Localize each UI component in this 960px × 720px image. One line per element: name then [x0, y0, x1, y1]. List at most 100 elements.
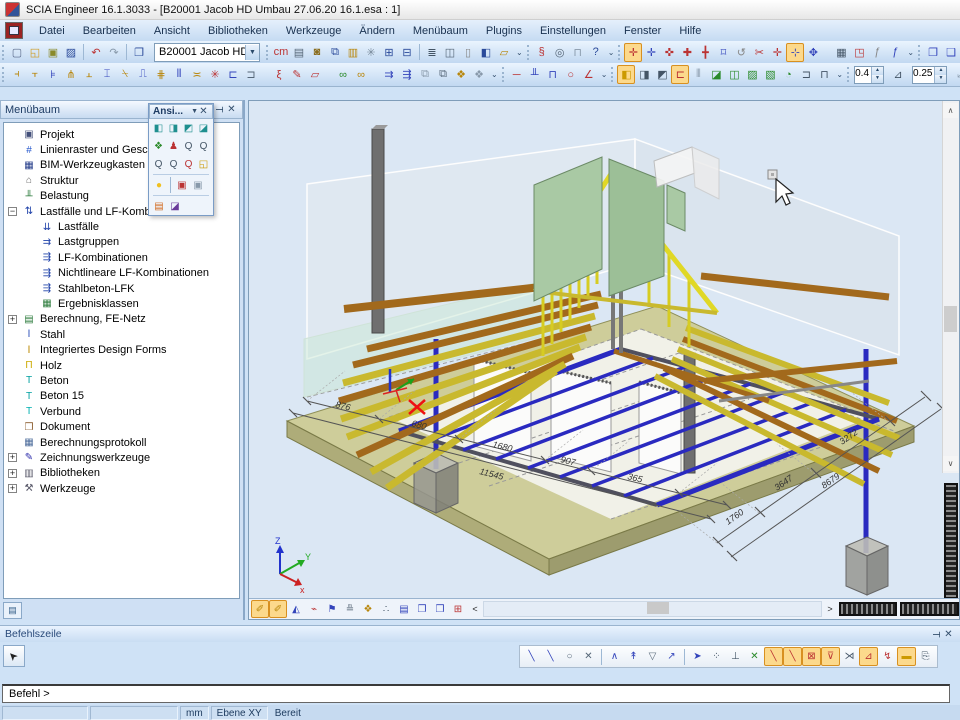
- open-project-icon[interactable]: ◱: [26, 43, 44, 62]
- move-cross-icon[interactable]: ✥: [804, 43, 822, 62]
- menu-item-werkzeuge[interactable]: Werkzeuge: [277, 23, 350, 39]
- beam-tool-3-icon[interactable]: ⊧: [44, 65, 62, 84]
- menu-item-fenster[interactable]: Fenster: [615, 23, 670, 39]
- snap-edge-icon[interactable]: ⋊: [840, 647, 859, 666]
- load-display-icon[interactable]: ⌁: [305, 600, 323, 618]
- node-label-icon[interactable]: ✜: [660, 43, 678, 62]
- render-mode-icon[interactable]: ❖: [359, 600, 377, 618]
- beam-tool-5-icon[interactable]: ⫠: [80, 65, 98, 84]
- label-display-icon[interactable]: ⚑: [323, 600, 341, 618]
- tree-item-verbund[interactable]: TVerbund: [4, 404, 239, 419]
- tree-item-bibliotheken[interactable]: +▥Bibliotheken: [4, 466, 239, 481]
- light-icon[interactable]: ●: [151, 177, 167, 193]
- tree-item-beton[interactable]: TBeton: [4, 373, 239, 388]
- tree-item-holz[interactable]: ΠHolz: [4, 358, 239, 373]
- snap-ne-icon[interactable]: ↗: [662, 647, 681, 666]
- view-pan-icon[interactable]: ❖: [151, 138, 166, 154]
- view-folder-icon[interactable]: ◱: [196, 156, 211, 172]
- snap-arc-icon[interactable]: ⊿: [859, 647, 878, 666]
- camera-gray-icon[interactable]: ▣: [190, 177, 206, 193]
- copy-icon[interactable]: ⇉: [380, 65, 398, 84]
- beam-tool-4-icon[interactable]: ⋔: [62, 65, 80, 84]
- hatch-11-icon[interactable]: ⊐: [797, 65, 815, 84]
- hatch-5-icon[interactable]: ⦀: [689, 65, 707, 84]
- window-b-icon[interactable]: ❒: [431, 600, 449, 618]
- snap-perp-icon[interactable]: ⊥: [726, 647, 745, 666]
- node-active-icon[interactable]: ⊹: [786, 43, 804, 62]
- view-axo-4-icon[interactable]: ◪: [196, 120, 211, 136]
- toolbar-grip[interactable]: [2, 67, 4, 82]
- combo-dropdown-icon[interactable]: ▼: [245, 45, 259, 60]
- expand-expander[interactable]: +: [8, 484, 17, 493]
- snap-poly-icon[interactable]: ↯: [878, 647, 897, 666]
- page-icon[interactable]: ▯: [459, 43, 477, 62]
- new-project-icon[interactable]: ▢: [8, 43, 26, 62]
- perp-line-icon[interactable]: ╨: [526, 65, 544, 84]
- view-axo-1-icon[interactable]: ◧: [151, 120, 166, 136]
- toolbar-grip[interactable]: [266, 45, 268, 60]
- scale-icon[interactable]: ⤢: [952, 65, 960, 84]
- beam-tool-2-icon[interactable]: ⫟: [26, 65, 44, 84]
- layers-icon[interactable]: ▤: [290, 43, 308, 62]
- vertical-scroll-thumb[interactable]: [944, 306, 957, 332]
- snap-vertex-icon[interactable]: ⊽: [821, 647, 840, 666]
- close-icon[interactable]: ✕: [225, 104, 238, 115]
- red-grid-icon[interactable]: ⊞: [449, 600, 467, 618]
- node-undo-icon[interactable]: ↺: [732, 43, 750, 62]
- hatch-door-icon[interactable]: ◧: [617, 65, 635, 84]
- beam-tool-12-icon[interactable]: ✳: [206, 65, 224, 84]
- menu-item-ändern[interactable]: Ändern: [350, 23, 403, 39]
- toolbar-grip[interactable]: [618, 45, 620, 60]
- toolbar-grip[interactable]: [527, 45, 529, 60]
- clip-box-icon[interactable]: ▤: [151, 198, 167, 214]
- scroll-down-icon[interactable]: ∨: [943, 456, 958, 471]
- view-axo-2-icon[interactable]: ◨: [166, 120, 181, 136]
- command-input[interactable]: Befehl >: [2, 684, 950, 703]
- tree-item-nichtlineare-lf-kombinationen[interactable]: ⇶Nichtlineare LF-Kombinationen: [4, 266, 239, 281]
- toolbar-grip[interactable]: [2, 45, 4, 60]
- ucs-draw-1-icon[interactable]: ✐: [251, 600, 269, 618]
- snap-list-icon[interactable]: ⎘: [916, 647, 935, 666]
- dot-grid-icon[interactable]: ∴: [377, 600, 395, 618]
- beam-tool-13-icon[interactable]: ⊏: [224, 65, 242, 84]
- snap-angle-spinner[interactable]: 0.25 ▲▼: [912, 66, 947, 84]
- fx-gray-icon[interactable]: ƒ: [868, 43, 886, 62]
- hatch-6-icon[interactable]: ◪: [707, 65, 725, 84]
- axo-view-icon[interactable]: ◭: [287, 600, 305, 618]
- tree-item-berechnungsprotokoll[interactable]: ▦Berechnungsprotokoll: [4, 435, 239, 450]
- spinner-up-icon[interactable]: ▲: [872, 67, 883, 75]
- collapse-expander[interactable]: −: [8, 207, 17, 216]
- line-icon[interactable]: ─: [508, 65, 526, 84]
- node-grid-icon[interactable]: ╋: [696, 43, 714, 62]
- region-icon[interactable]: ▱: [306, 65, 324, 84]
- measure-icon[interactable]: ⊓: [569, 43, 587, 62]
- expand-expander[interactable]: +: [8, 315, 17, 324]
- ansicht-floating-panel[interactable]: Ansi... ▼ ✕ ◧◨◩◪ ❖♟QQ QQQ◱ ●▣▣ ▤◪: [148, 103, 214, 216]
- generator-icon[interactable]: ✳: [362, 43, 380, 62]
- scroll-right-icon[interactable]: >: [824, 604, 836, 614]
- render-icon[interactable]: ◙: [308, 43, 326, 62]
- node-add-icon[interactable]: ✚: [678, 43, 696, 62]
- snap-intersect-icon[interactable]: ✕: [745, 647, 764, 666]
- hatch-10-icon[interactable]: ◔: [779, 65, 797, 84]
- draw-icon[interactable]: ✎: [288, 65, 306, 84]
- angle-icon[interactable]: ∠: [580, 65, 598, 84]
- redo-icon[interactable]: ↷: [105, 43, 123, 62]
- paste-icon[interactable]: ⧉: [434, 65, 452, 84]
- node-target-icon[interactable]: ⌑: [714, 43, 732, 62]
- tree-item-stahlbeton-lfk[interactable]: ⇶Stahlbeton-LFK: [4, 281, 239, 296]
- mirror-icon[interactable]: ❖: [470, 65, 488, 84]
- tree-item-ergebnisklassen[interactable]: ▦Ergebnisklassen: [4, 296, 239, 311]
- tree-item-integriertes-design-forms[interactable]: ⅠIntegriertes Design Forms: [4, 342, 239, 357]
- node-display-icon[interactable]: ✛: [624, 43, 642, 62]
- clip-plane-icon[interactable]: ◪: [167, 198, 183, 214]
- window-tile-icon[interactable]: ❑: [942, 43, 960, 62]
- model-scene[interactable]: 876 680 1680 907 365 11545 1760 3647 327…: [249, 101, 944, 601]
- overflow-chevron-icon[interactable]: ⌄: [516, 48, 523, 57]
- node-cut-icon[interactable]: ✂: [750, 43, 768, 62]
- beam-tool-10-icon[interactable]: ⫴: [170, 65, 188, 84]
- tree-item-lastfälle[interactable]: ⇊Lastfälle: [4, 219, 239, 234]
- tree-item-berechnung-fe-netz[interactable]: +▤Berechnung, FE-Netz: [4, 312, 239, 327]
- camera-red-icon[interactable]: ▣: [174, 177, 190, 193]
- toolbar-grip[interactable]: [611, 67, 613, 82]
